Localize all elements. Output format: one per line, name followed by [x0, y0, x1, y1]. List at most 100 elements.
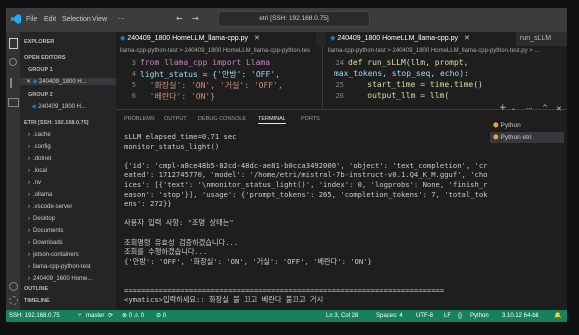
indentation[interactable]: Spaces: 4 [376, 310, 403, 322]
folder-item[interactable]: › .dotnet [28, 156, 51, 162]
terminal-item-label: Python etri [500, 134, 532, 141]
folder-label: .local [33, 168, 48, 174]
menu-view[interactable]: View [92, 16, 107, 23]
vscode-window: File Edit Selection View ··· ← → etri [S… [6, 8, 567, 322]
terminal-output[interactable]: sLLM elapsed_time=0.71 sec monitor_status… [124, 132, 488, 308]
menubar: File Edit Selection View ··· ← → etri [S… [6, 8, 567, 32]
line-number: 26 [335, 92, 344, 100]
ports-count[interactable]: ⊘ 0 [156, 310, 166, 322]
more-menu-icon[interactable]: ··· [118, 15, 125, 23]
folder-item[interactable]: › .vscode-server [28, 204, 72, 210]
cursor-position[interactable]: Ln 3, Col 28 [326, 310, 358, 322]
tab-problems[interactable]: PROBLEMS [124, 116, 155, 122]
source-control-icon[interactable] [10, 78, 12, 88]
line-number: 5 [131, 81, 136, 89]
eol[interactable]: LF [444, 310, 451, 322]
problems-count[interactable]: ⊗ 0 ⚠ 0 [122, 310, 144, 322]
tab-output[interactable]: OUTPUT [164, 116, 187, 122]
search-icon[interactable] [9, 58, 17, 66]
branch-name[interactable]: master [86, 310, 104, 322]
code-line: start_time = time.time() [348, 80, 483, 89]
encoding[interactable]: UTF-8 [416, 310, 433, 322]
breadcrumb-right[interactable]: llama-cpp-python-test > 240409_1800 Home… [328, 46, 567, 56]
editor-left[interactable]: 3 4 5 6 from llama_cpp import Llama ligh… [116, 56, 322, 102]
folder-label: .dotnet [33, 156, 52, 162]
account-icon[interactable] [9, 282, 18, 291]
settings-gear-icon[interactable] [9, 296, 18, 305]
editor-right[interactable]: 24 25 26 def run_sLLM(llm, prompt, max_t… [324, 56, 567, 102]
folder-label: .config [33, 144, 51, 150]
terminal-list: ⬢ Python ⬢ Python etri [488, 110, 567, 310]
chevron-right-icon: › [28, 168, 30, 174]
folder-item[interactable]: › .config [28, 144, 51, 150]
forward-arrow-icon[interactable]: → [192, 14, 199, 23]
open-editor-item-1[interactable]: ✕ ◆ 240409_1800 H... [20, 78, 116, 85]
group1-header[interactable]: GROUP 1 [28, 67, 53, 73]
open-editors-header[interactable]: OPEN EDITORS [24, 55, 65, 61]
tab-ports[interactable]: PORTS [301, 116, 320, 122]
explorer-title: EXPLORER [24, 39, 55, 45]
breadcrumb-left[interactable]: llama-cpp-python-test > 240409_1800 Home… [120, 46, 310, 56]
folder-item[interactable]: › 240409_1600 Home... [28, 276, 92, 282]
tab-left-editor[interactable]: ◆ 240409_1800 HomeLLM_llama-cpp.py ✕ [116, 32, 316, 46]
tab-right-editor[interactable]: ◆ 240409_1800 HomeLLM_llama-cpp.py ✕ [326, 32, 520, 46]
line-number: 3 [131, 59, 136, 67]
explorer-icon[interactable] [9, 38, 18, 49]
timeline-header[interactable]: TIMELINE [24, 298, 50, 304]
python-terminal-icon: ⬢ [493, 134, 499, 141]
terminal-item-python[interactable]: ⬢ Python [490, 120, 564, 131]
python-interpreter[interactable]: 3.10.12 64-bit [502, 310, 539, 322]
terminal-line: {'안방': 'OFF', '화장실': 'ON', '거실': 'OFF', … [124, 256, 372, 266]
code-line: light_status = {'안방': 'OFF', [140, 70, 280, 79]
terminal-item-python-etri[interactable]: ⬢ Python etri [490, 132, 564, 143]
folder-item[interactable]: › .nv [28, 180, 41, 186]
close-icon[interactable]: ✕ [26, 79, 31, 85]
terminal-line: sLLM elapsed_time=0.71 sec [124, 132, 237, 141]
branch-icon: ⑂ [78, 313, 82, 319]
folder-item[interactable]: › Documents [28, 228, 63, 234]
terminal-line: ========================================… [124, 285, 445, 295]
folder-item[interactable]: › Downloads [28, 240, 63, 246]
menu-selection[interactable]: Selection [62, 16, 91, 23]
outline-header[interactable]: OUTLINE [24, 286, 48, 292]
terminal-line: eason': 'stop'}], 'usage': {'prompt_toke… [124, 189, 488, 199]
notifications-bell-icon[interactable]: 🔔 [554, 310, 561, 322]
tab-terminal[interactable]: TERMINAL [258, 116, 286, 124]
tab-run-sllm[interactable]: run_sLLM [516, 32, 567, 46]
folder-label: Downloads [33, 240, 63, 246]
chevron-right-icon: › [28, 204, 30, 210]
close-tab-icon[interactable]: ✕ [254, 35, 260, 42]
group2-header[interactable]: GROUP 2 [28, 92, 53, 98]
remote-indicator[interactable]: SSH: 192.168.0.75 [6, 310, 63, 322]
folder-item[interactable]: › .cache [28, 132, 51, 138]
open-editor-item-2[interactable]: ◆ 240409_1800 H... [32, 103, 86, 110]
code-line: output_llm = llm( [348, 91, 450, 100]
line-number: 4 [131, 70, 136, 78]
tab-debug-console[interactable]: DEBUG CONSOLE [198, 116, 246, 122]
activity-bar [6, 32, 20, 310]
folder-item[interactable]: › llama-cpp-python-test [28, 264, 91, 270]
terminal-line: <ymatics>입력하세요:: 화장실 불 끄고 베란다 불끄고 거시 [124, 295, 324, 305]
language-mode[interactable]: Python [470, 310, 489, 322]
terminal-item-label: Python [500, 122, 521, 129]
workspace-header[interactable]: ETRI [SSH: 192.168.0.75] [24, 120, 89, 126]
open-editor-label: 240409_1800 H... [38, 104, 87, 110]
sync-icon[interactable]: ⟳ [108, 310, 113, 322]
close-tab-icon[interactable]: ✕ [464, 35, 470, 42]
command-center[interactable]: etri [SSH: 192.168.0.75] [218, 11, 370, 27]
editor-tab-bar: ◆ 240409_1800 HomeLLM_llama-cpp.py ✕ ◆ 2… [116, 32, 567, 46]
menu-file[interactable]: File [26, 16, 37, 23]
folder-item[interactable]: › .local [28, 168, 47, 174]
folder-label: Documents [33, 228, 64, 234]
folder-item[interactable]: › jetson-containers [28, 252, 79, 258]
python-terminal-icon: ⬢ [493, 122, 499, 129]
menu-edit[interactable]: Edit [44, 16, 56, 23]
editor-split-divider[interactable] [322, 46, 323, 109]
extensions-icon[interactable] [8, 98, 19, 107]
folder-label: 240409_1600 Home... [33, 276, 93, 282]
folder-item[interactable]: › .ollama [28, 192, 52, 198]
folder-item[interactable]: › Desktop [28, 216, 55, 222]
back-arrow-icon[interactable]: ← [176, 14, 183, 23]
line-number: 24 [335, 59, 344, 67]
tab-label: 240409_1800 HomeLLM_llama-cpp.py [337, 35, 458, 42]
